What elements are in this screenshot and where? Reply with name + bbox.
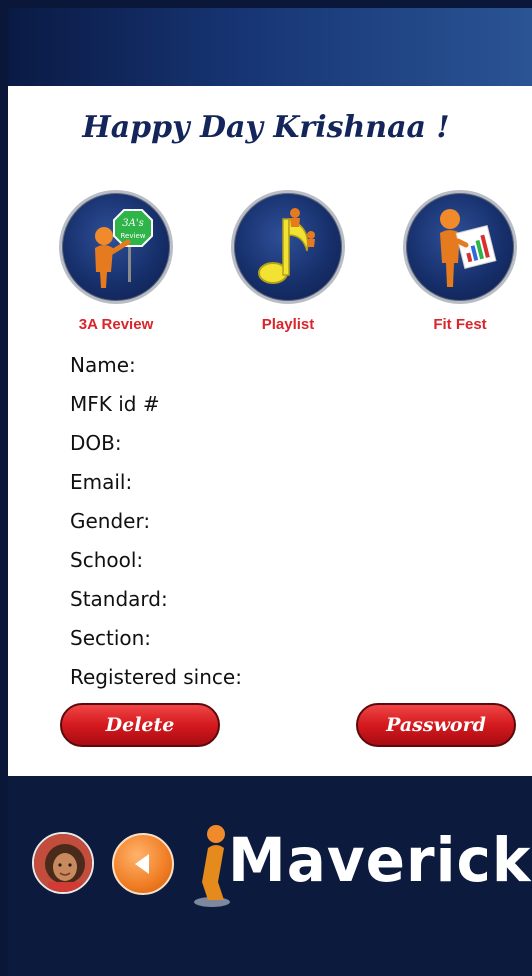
svg-text:Review: Review [121,232,146,240]
music-note-icon [258,208,315,284]
registered-since-label: Registered since: [70,665,242,689]
chart-board-figure-icon [440,209,497,287]
back-arrow-icon [135,854,149,874]
fit-fest-circle-button[interactable] [403,190,517,304]
gender-label: Gender: [70,509,151,533]
imaverick-logo: Maverick [190,822,530,912]
app-screen: Happy Day Krishnaa ! 3A's Review 3A Revi… [0,0,532,976]
standard-label: Standard: [70,587,168,611]
school-label: School: [70,548,144,572]
feature-3a-review[interactable]: 3A's Review 3A Review [46,190,186,333]
section-label: Section: [70,626,152,650]
feature-playlist[interactable]: Playlist [218,190,358,333]
mfk-id-label: MFK id # [70,392,160,416]
profile-info: Name: MFK id # DOB: Email: Gender: Schoo… [70,350,242,701]
feature-label[interactable]: Fit Fest [390,316,530,333]
header-bar [8,8,532,86]
greeting-title: Happy Day Krishnaa ! [82,110,450,145]
feature-label[interactable]: 3A Review [46,316,186,333]
delete-button[interactable]: Delete [60,703,220,747]
playlist-circle-button[interactable] [231,190,345,304]
dob-label: DOB: [70,431,122,455]
feature-fit-fest[interactable]: Fit Fest [390,190,530,333]
back-button[interactable] [112,833,174,895]
feature-label[interactable]: Playlist [218,316,358,333]
user-avatar[interactable] [32,832,94,894]
logo-text: Maverick [228,824,532,896]
name-label: Name: [70,353,136,377]
review-circle-button[interactable]: 3A's Review [59,190,173,304]
email-label: Email: [70,470,133,494]
password-button[interactable]: Password [356,703,516,747]
review-sign-figure-icon: 3A's Review [95,209,153,288]
badge-text: 3A's [122,218,143,229]
